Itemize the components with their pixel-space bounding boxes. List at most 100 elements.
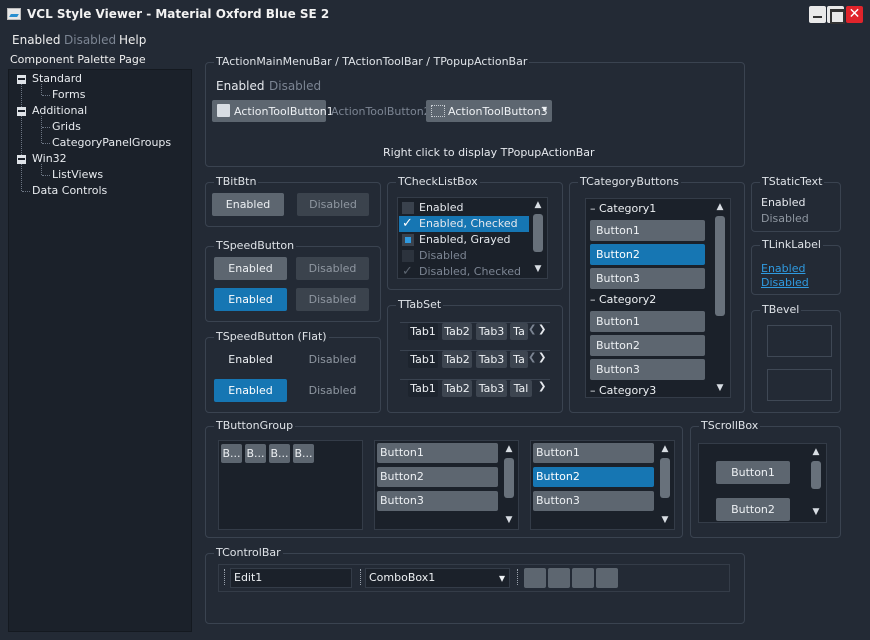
check-item[interactable]: Enabled, Grayed — [399, 232, 529, 248]
toolbar-button[interactable] — [596, 568, 618, 588]
tree-item-data-controls[interactable]: Data Controls — [32, 184, 107, 197]
scroll-down-icon[interactable]: ▼ — [531, 264, 545, 274]
flat-enabled-down[interactable]: Enabled — [214, 379, 287, 402]
scroll-up-icon[interactable]: ▲ — [531, 200, 545, 210]
tab-tab1[interactable]: Tab1 — [408, 380, 438, 397]
tab-scroll-left-icon[interactable]: ❮ — [528, 324, 536, 335]
grip-handle[interactable] — [360, 569, 361, 585]
menu-disabled[interactable]: Disabled — [64, 33, 116, 47]
grip-handle[interactable] — [224, 569, 225, 585]
collapse-icon[interactable]: – — [590, 384, 596, 397]
check-item[interactable]: ✓ Disabled, Checked — [399, 264, 529, 280]
checkbox[interactable] — [402, 250, 414, 262]
tab-tab3[interactable]: Tab3 — [476, 380, 507, 397]
tab-tab1[interactable]: Tab1 — [408, 323, 438, 340]
grip-handle[interactable] — [517, 569, 518, 585]
group-button[interactable]: B... — [269, 444, 290, 463]
group-button[interactable]: B... — [221, 444, 242, 463]
scroll-up-icon[interactable]: ▲ — [713, 202, 727, 212]
group-button[interactable]: Button2 — [533, 467, 654, 487]
scroll-thumb[interactable] — [504, 458, 514, 498]
minimize-button[interactable] — [809, 6, 826, 23]
flat-enabled[interactable]: Enabled — [214, 353, 287, 366]
bitbtn-disabled-button[interactable]: Disabled — [297, 193, 369, 216]
tree-item-win32[interactable]: Win32 — [32, 152, 67, 165]
tree-item-additional[interactable]: Additional — [32, 104, 87, 117]
scrollbox-button-2[interactable]: Button2 — [716, 498, 790, 521]
category-button[interactable]: Button2 — [590, 244, 705, 265]
tree-item-forms[interactable]: Forms — [52, 88, 85, 101]
tab-tab1[interactable]: Tab1 — [408, 351, 438, 368]
scroll-thumb[interactable] — [715, 216, 725, 316]
tab-tab3[interactable]: Tab3 — [476, 351, 507, 368]
combobox[interactable]: ComboBox1 ▾ — [365, 568, 510, 588]
checkbox[interactable] — [402, 202, 414, 214]
tab-tab4[interactable]: Tal — [510, 380, 532, 397]
action-menu-disabled[interactable]: Disabled — [269, 79, 321, 93]
scroll-thumb[interactable] — [811, 461, 821, 489]
speedbutton-disabled[interactable]: Disabled — [296, 257, 369, 280]
scroll-up-icon[interactable]: ▲ — [502, 444, 516, 454]
bitbtn-enabled-button[interactable]: Enabled — [212, 193, 284, 216]
check-item[interactable]: ✓ Enabled, Checked — [399, 216, 529, 232]
toolbar-button[interactable] — [524, 568, 546, 588]
tab-scroll-right-icon[interactable]: ❯ — [538, 352, 546, 363]
category-button[interactable]: Button1 — [590, 311, 705, 332]
group-button[interactable]: Button1 — [533, 443, 654, 463]
category-button[interactable]: Button2 — [590, 335, 705, 356]
tab-tab3[interactable]: Tab3 — [476, 323, 507, 340]
category-button[interactable]: Button1 — [590, 220, 705, 241]
tab-scroll-left-icon[interactable]: ❮ — [528, 352, 536, 363]
group-button[interactable]: Button1 — [377, 443, 498, 463]
tree-item-grids[interactable]: Grids — [52, 120, 81, 133]
close-button[interactable]: ✕ — [846, 6, 863, 23]
menu-help[interactable]: Help — [119, 33, 146, 47]
check-item[interactable]: Enabled — [399, 200, 529, 216]
category-button[interactable]: Button3 — [590, 268, 705, 289]
category-1[interactable]: – Category1 — [590, 200, 656, 218]
link-enabled[interactable]: Enabled — [761, 262, 805, 275]
scroll-up-icon[interactable]: ▲ — [658, 444, 672, 454]
group-button[interactable]: Button3 — [533, 491, 654, 511]
menu-enabled[interactable]: Enabled — [12, 33, 61, 47]
scroll-thumb[interactable] — [533, 214, 543, 252]
collapse-icon[interactable]: – — [590, 293, 596, 306]
tab-scroll-right-icon[interactable]: ❯ — [538, 381, 546, 392]
tree-item-standard[interactable]: Standard — [32, 72, 82, 85]
category-button[interactable]: Button3 — [590, 359, 705, 380]
speedbutton-enabled-down[interactable]: Enabled — [214, 288, 287, 311]
maximize-button[interactable] — [827, 6, 845, 24]
toolbar-button[interactable] — [572, 568, 594, 588]
tree-item-categorypanelgroups[interactable]: CategoryPanelGroups — [52, 136, 171, 149]
action-tool-button-2[interactable]: ActionToolButton2 — [331, 105, 431, 118]
collapse-icon[interactable]: – — [590, 202, 596, 215]
scroll-down-icon[interactable]: ▼ — [809, 507, 823, 517]
group-button[interactable]: Button3 — [377, 491, 498, 511]
speedbutton-disabled-down[interactable]: Disabled — [296, 288, 369, 311]
toolbar-button[interactable] — [548, 568, 570, 588]
tab-tab2[interactable]: Tab2 — [442, 323, 472, 340]
check-item[interactable]: Disabled — [399, 248, 529, 264]
tab-scroll-right-icon[interactable]: ❯ — [538, 324, 546, 335]
tab-tab4[interactable]: Ta — [510, 351, 528, 368]
group-button[interactable]: Button2 — [377, 467, 498, 487]
scroll-thumb[interactable] — [660, 458, 670, 498]
tab-tab2[interactable]: Tab2 — [442, 380, 472, 397]
tab-tab2[interactable]: Tab2 — [442, 351, 472, 368]
scroll-down-icon[interactable]: ▼ — [713, 383, 727, 393]
edit-field[interactable]: Edit1 — [230, 568, 352, 588]
scrollbox-button-1[interactable]: Button1 — [716, 461, 790, 484]
collapse-icon[interactable] — [17, 155, 26, 164]
group-button[interactable]: B... — [293, 444, 314, 463]
category-2[interactable]: – Category2 — [590, 291, 656, 309]
flat-disabled[interactable]: Disabled — [296, 353, 369, 366]
collapse-icon[interactable] — [17, 107, 26, 116]
action-tool-button-3[interactable]: ActionToolButton3 ▾ — [426, 100, 552, 122]
scroll-down-icon[interactable]: ▼ — [502, 515, 516, 525]
tab-tab4[interactable]: Ta — [510, 323, 528, 340]
action-tool-button-1[interactable]: ActionToolButton1 — [212, 100, 334, 122]
chevron-down-icon[interactable]: ▾ — [499, 569, 505, 587]
group-button[interactable]: B... — [245, 444, 266, 463]
scroll-down-icon[interactable]: ▼ — [658, 515, 672, 525]
category-3[interactable]: – Category3 — [590, 382, 656, 400]
